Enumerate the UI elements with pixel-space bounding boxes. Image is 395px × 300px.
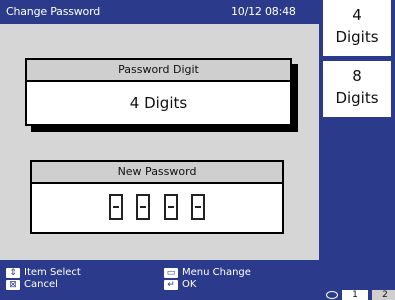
page-2[interactable]: 2 xyxy=(372,290,395,300)
main-content: Password Digit 4 Digits New Password xyxy=(0,24,319,260)
tab-4-digits-line2: Digits xyxy=(335,28,379,46)
hint-cancel-label: Cancel xyxy=(24,279,58,290)
screen-title: Change Password xyxy=(6,5,100,18)
hint-cancel: ⊠ Cancel xyxy=(6,280,58,290)
tab-8-digits-line1: 8 xyxy=(352,67,362,85)
password-digit-box-1[interactable] xyxy=(109,194,124,220)
hint-item-select: ⇕ Item Select xyxy=(6,268,81,278)
password-digit-box-2[interactable] xyxy=(136,194,151,220)
menu-icon: ▭ xyxy=(164,268,178,278)
hint-menu-change: ▭ Menu Change xyxy=(164,268,251,278)
tab-8-digits-line2: Digits xyxy=(335,89,379,107)
new-password-panel[interactable]: New Password xyxy=(30,160,284,234)
side-tab-panel: 4 Digits 8 Digits xyxy=(319,0,395,260)
password-digit-panel[interactable]: Password Digit 4 Digits xyxy=(25,58,292,126)
password-digit-box-4[interactable] xyxy=(190,194,205,220)
password-entry[interactable] xyxy=(32,184,282,220)
hint-ok-label: OK xyxy=(182,279,197,290)
new-password-label: New Password xyxy=(32,162,282,184)
datetime: 10/12 08:48 xyxy=(231,5,296,18)
hint-ok: ↵ OK xyxy=(164,280,196,290)
eye-icon xyxy=(326,291,338,299)
updown-icon: ⇕ xyxy=(6,268,20,278)
enter-icon: ↵ xyxy=(164,280,178,290)
title-bar: Change Password 10/12 08:48 xyxy=(0,0,319,24)
password-digit-value: 4 Digits xyxy=(129,94,188,112)
tab-4-digits-line1: 4 xyxy=(352,6,362,24)
password-digit-box-3[interactable] xyxy=(163,194,178,220)
password-digit-label: Password Digit xyxy=(27,60,290,82)
page-indicator: 1 2 xyxy=(326,290,395,300)
tab-8-digits[interactable]: 8 Digits xyxy=(323,61,391,117)
hint-menu-change-label: Menu Change xyxy=(182,267,251,278)
tab-4-digits[interactable]: 4 Digits xyxy=(323,0,391,56)
hint-item-select-label: Item Select xyxy=(24,267,81,278)
cancel-icon: ⊠ xyxy=(6,280,20,290)
page-1[interactable]: 1 xyxy=(342,290,368,300)
